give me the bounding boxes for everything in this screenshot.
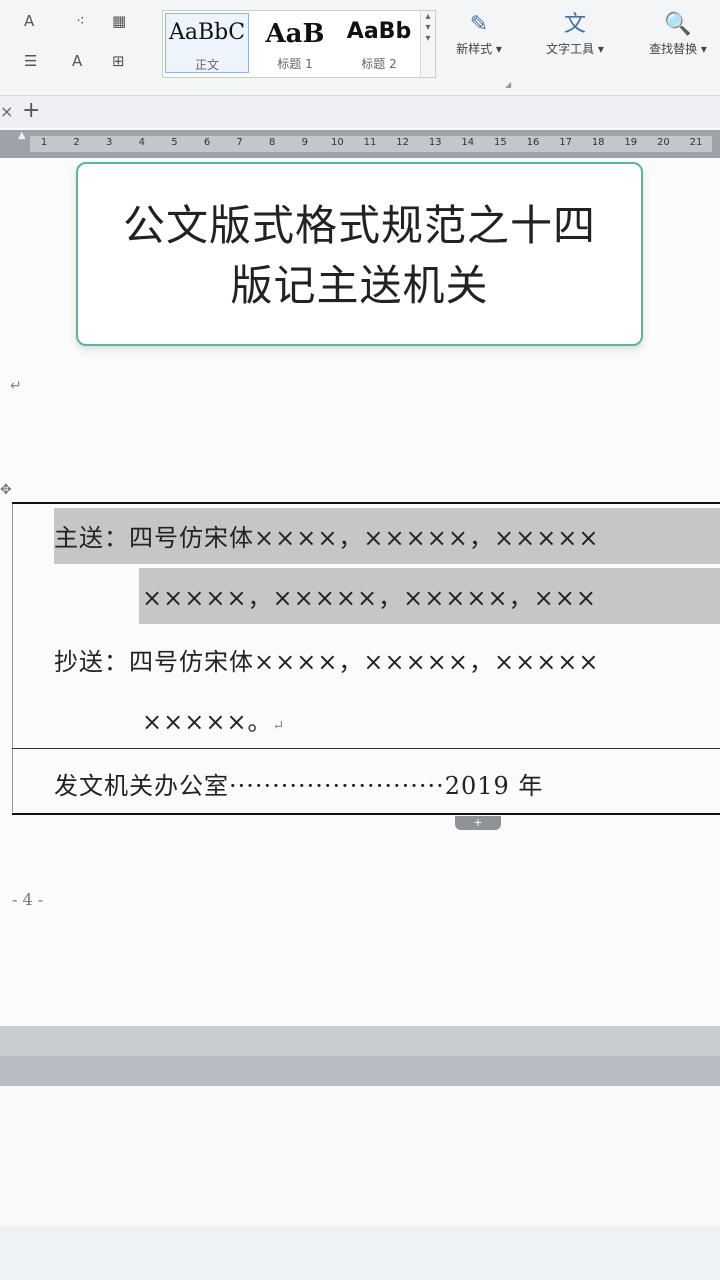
find-replace-button[interactable]: 🔍 查找替换 ▾ [636, 10, 720, 76]
indent-marker-icon[interactable]: ▲ [18, 130, 26, 141]
list-dots-icon[interactable]: ⁖ [76, 12, 85, 30]
table-top-rule [12, 502, 720, 504]
ruler-number: 21 [689, 137, 703, 148]
chaosong-label: 抄送： [54, 648, 129, 676]
ruler-number: 8 [269, 137, 276, 148]
table-middle-rule [12, 748, 720, 749]
ruler-number: 3 [106, 137, 113, 148]
table-left-border [12, 504, 13, 812]
issuer-line[interactable]: 发文机关办公室·························2019 年 [54, 766, 543, 801]
ruler-number: 18 [591, 137, 605, 148]
add-row-handle[interactable]: + [455, 816, 501, 830]
ruler-number: 14 [461, 137, 475, 148]
table-bottom-rule [12, 813, 720, 815]
ruler-number: 1 [40, 137, 48, 148]
ruler-number: 19 [624, 137, 638, 148]
callout-subtitle: 版记主送机关 [230, 261, 489, 310]
find-replace-label: 查找替换 ▾ [649, 42, 707, 56]
text-tools-button[interactable]: 文 文字工具 ▾ [530, 10, 620, 76]
new-style-icon: ✎ [469, 12, 489, 37]
style-heading-2-label: 标题 2 [361, 57, 397, 71]
close-tab-icon[interactable]: × [0, 102, 13, 121]
ruler-number: 6 [203, 137, 211, 148]
ruler-number: 15 [494, 137, 507, 148]
magnifier-icon: 🔍 [664, 12, 692, 37]
ruler-number: 9 [301, 137, 308, 148]
paragraph-mark: ↵ [272, 718, 286, 734]
ruler-number: 2 [73, 137, 80, 148]
page-gap-shadow [0, 1056, 720, 1086]
add-tab-button[interactable]: + [22, 98, 40, 123]
new-style-label: 新样式 ▾ [456, 42, 502, 56]
zhusong-label: 主送： [54, 524, 129, 552]
ruler-number: 5 [171, 137, 178, 148]
next-page-area[interactable] [0, 1086, 720, 1226]
title-callout: 公文版式格式规范之十四 版记主送机关 [76, 162, 643, 346]
horizontal-ruler[interactable]: ▲ 1 2 3 4 5 6 7 8 9 10 11 12 13 14 15 16 17 18 19 20 21 [0, 130, 720, 158]
style-normal[interactable]: AaBbC 正文 [165, 13, 249, 73]
style-heading-2[interactable]: AaBb 标题 2 [337, 13, 421, 73]
style-heading-1[interactable]: AaB 标题 1 [253, 13, 337, 73]
style-gallery: AaBbC 正文 AaB 标题 1 AaBb 标题 2 ▴ ▾ ▾ [162, 10, 436, 78]
new-style-button[interactable]: ✎ 新样式 ▾ [444, 10, 514, 76]
shading-icon[interactable]: A [72, 52, 82, 70]
gallery-scroll-button[interactable]: ▴ ▾ ▾ [420, 11, 435, 77]
ruler-number: 13 [428, 137, 442, 148]
more-icon: ▾ [425, 33, 431, 44]
style-heading-1-preview: AaB [265, 19, 325, 49]
table-grid-icon[interactable]: ▦ [112, 12, 126, 30]
ruler-number: 16 [526, 137, 540, 148]
zhusong-text-line1: 四号仿宋体××××，×××××，××××× [129, 524, 600, 552]
document-tab-strip: × + [0, 96, 720, 128]
ruler-number: 17 [559, 137, 572, 148]
chaosong-row[interactable]: 抄送：四号仿宋体××××，×××××，××××× [54, 642, 600, 677]
ruler-number: 12 [396, 137, 409, 148]
callout-title: 公文版式格式规范之十四 [122, 201, 596, 250]
dialog-launcher-icon[interactable]: ◢ [505, 80, 511, 89]
page-number: - 4 - [12, 890, 44, 909]
style-heading-1-label: 标题 1 [277, 57, 313, 71]
chevron-up-icon: ▴ [425, 11, 431, 22]
ruler-number: 11 [363, 137, 377, 148]
style-normal-label: 正文 [194, 58, 219, 72]
zhusong-text-line2[interactable]: ×××××，×××××，×××××，××× [142, 578, 597, 613]
ruler-number: 10 [331, 137, 344, 148]
ribbon-toolbar: A ⁖ ▦ ☰ A ⊞ AaBbC 正文 AaB 标题 1 AaBb 标题 2 … [0, 0, 720, 96]
status-bar [0, 1226, 720, 1280]
chaosong-text-line1: 四号仿宋体××××，×××××，××××× [129, 648, 600, 676]
table-move-handle-icon[interactable]: ✥ [0, 482, 12, 498]
style-normal-preview: AaBbC [168, 20, 246, 45]
ruler-number: 7 [236, 137, 243, 148]
style-heading-2-preview: AaBb [346, 19, 412, 44]
font-size-icon[interactable]: A [24, 12, 34, 30]
chaosong-text-line2[interactable]: ×××××。↵ [142, 702, 285, 737]
chaosong-text-line2-text: ×××××。 [142, 708, 273, 736]
line-spacing-icon[interactable]: ☰ [24, 52, 37, 70]
text-tools-icon: 文 [563, 12, 586, 37]
ruler-number: 20 [657, 137, 670, 148]
format-mini-tools: A ⁖ ▦ ☰ A ⊞ [0, 8, 150, 78]
zhusong-row[interactable]: 主送：四号仿宋体××××，×××××，××××× [54, 518, 600, 553]
text-tools-label: 文字工具 ▾ [546, 42, 604, 56]
ruler-number: 4 [138, 137, 145, 148]
chevron-down-icon: ▾ [425, 22, 431, 33]
border-icon[interactable]: ⊞ [112, 52, 125, 70]
paragraph-mark: ↵ [10, 378, 22, 394]
